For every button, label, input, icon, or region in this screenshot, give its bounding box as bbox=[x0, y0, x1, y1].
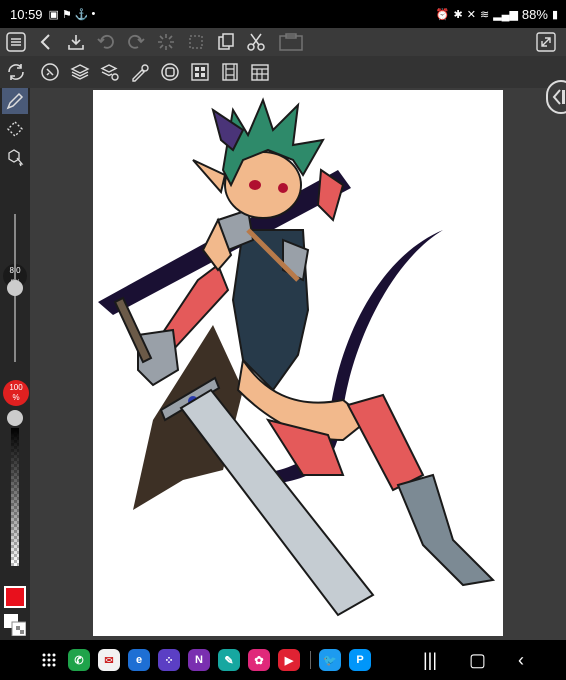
sword-handle bbox=[113, 296, 153, 364]
transform-tool-icon[interactable] bbox=[2, 59, 30, 85]
paste-icon[interactable] bbox=[272, 29, 312, 55]
lasso-select-icon[interactable] bbox=[2, 116, 28, 142]
opacity-indicator[interactable]: 100 % bbox=[3, 380, 29, 406]
system-nav-bar: ✆ ✉ e ⁘ N ✎ ✿ ▶ 🐦 P ||| ▢ ‹ bbox=[0, 640, 566, 680]
brush-settings-icon[interactable] bbox=[126, 59, 154, 85]
mail-icon[interactable]: ✉ bbox=[98, 649, 120, 671]
secondary-toolbar bbox=[0, 56, 566, 88]
recent-apps-button[interactable]: ||| bbox=[423, 650, 437, 671]
eye-right bbox=[278, 183, 288, 193]
battery-icon: ▮ bbox=[551, 8, 558, 21]
clock: 10:59 bbox=[10, 6, 43, 22]
opacity-value: 100 bbox=[9, 383, 23, 392]
eraser-icon[interactable] bbox=[36, 59, 64, 85]
dot-icon: • bbox=[91, 7, 96, 20]
back-button[interactable]: ‹ bbox=[518, 650, 524, 671]
opacity-unit: % bbox=[12, 393, 20, 402]
sketch-icon[interactable]: ✎ bbox=[218, 649, 240, 671]
bluetooth-icon: ✱ bbox=[453, 8, 463, 21]
save-icon[interactable] bbox=[62, 29, 90, 55]
grid-icon[interactable] bbox=[186, 59, 214, 85]
left-tool-panel: 8.0 px 100 % bbox=[0, 88, 30, 640]
top-toolbar bbox=[0, 28, 566, 56]
stocking-right bbox=[346, 393, 425, 492]
fullscreen-icon[interactable] bbox=[532, 29, 560, 55]
youtube-icon[interactable]: ▶ bbox=[278, 649, 300, 671]
object-select-icon[interactable] bbox=[2, 144, 28, 170]
anchor-icon: ⚓ bbox=[74, 8, 89, 21]
opacity-thumb[interactable] bbox=[7, 410, 23, 426]
undo-icon[interactable] bbox=[92, 29, 120, 55]
opacity-slider[interactable] bbox=[11, 428, 19, 566]
layers-icon[interactable] bbox=[66, 59, 94, 85]
calendar-icon[interactable] bbox=[246, 59, 274, 85]
wifi-icon: ≋ bbox=[479, 8, 490, 21]
gallery-icon: ▣ bbox=[48, 8, 59, 21]
spinner-icon[interactable] bbox=[152, 29, 180, 55]
menu-icon[interactable] bbox=[2, 29, 30, 55]
sub-color-swatch[interactable] bbox=[4, 614, 27, 637]
flag-icon: ⚑ bbox=[61, 8, 72, 21]
home-button[interactable]: ▢ bbox=[469, 650, 486, 671]
side-panel-handle[interactable] bbox=[546, 80, 566, 114]
back-icon[interactable] bbox=[32, 29, 60, 55]
ear bbox=[192, 159, 227, 195]
battery-level: 88% bbox=[521, 6, 548, 22]
layer-settings-icon[interactable] bbox=[96, 59, 124, 85]
redo-icon[interactable] bbox=[122, 29, 150, 55]
record-icon[interactable] bbox=[156, 59, 184, 85]
alarm-icon: ⏰ bbox=[435, 8, 450, 21]
twitter-icon[interactable]: 🐦 bbox=[319, 649, 341, 671]
flower-icon[interactable]: ✿ bbox=[248, 649, 270, 671]
brush-size-thumb[interactable] bbox=[7, 280, 23, 296]
copy-icon[interactable] bbox=[212, 29, 240, 55]
artwork-illustration bbox=[98, 97, 496, 617]
phone-icon[interactable]: ✆ bbox=[68, 649, 90, 671]
boot bbox=[396, 473, 496, 587]
status-bar: 10:59 ▣ ⚑ ⚓ • ⏰ ✱ ✕ ≋ ▂▄▆ 88% ▮ bbox=[0, 0, 566, 28]
transform-icon[interactable] bbox=[182, 29, 210, 55]
pen-tool-icon[interactable] bbox=[2, 88, 28, 114]
mute-icon: ✕ bbox=[466, 8, 476, 21]
pixiv-icon[interactable]: P bbox=[349, 649, 371, 671]
cut-icon[interactable] bbox=[242, 29, 270, 55]
eye-left bbox=[249, 180, 261, 190]
film-icon[interactable] bbox=[216, 59, 244, 85]
onenote-icon[interactable]: N bbox=[188, 649, 210, 671]
main-color-swatch[interactable] bbox=[4, 586, 26, 608]
signal-icon: ▂▄▆ bbox=[493, 8, 518, 21]
apps-icon[interactable]: ⁘ bbox=[158, 649, 180, 671]
app-drawer-icon[interactable] bbox=[38, 649, 60, 671]
edge-icon[interactable]: e bbox=[128, 649, 150, 671]
nav-separator bbox=[310, 651, 311, 669]
drawing-canvas[interactable] bbox=[93, 90, 503, 636]
